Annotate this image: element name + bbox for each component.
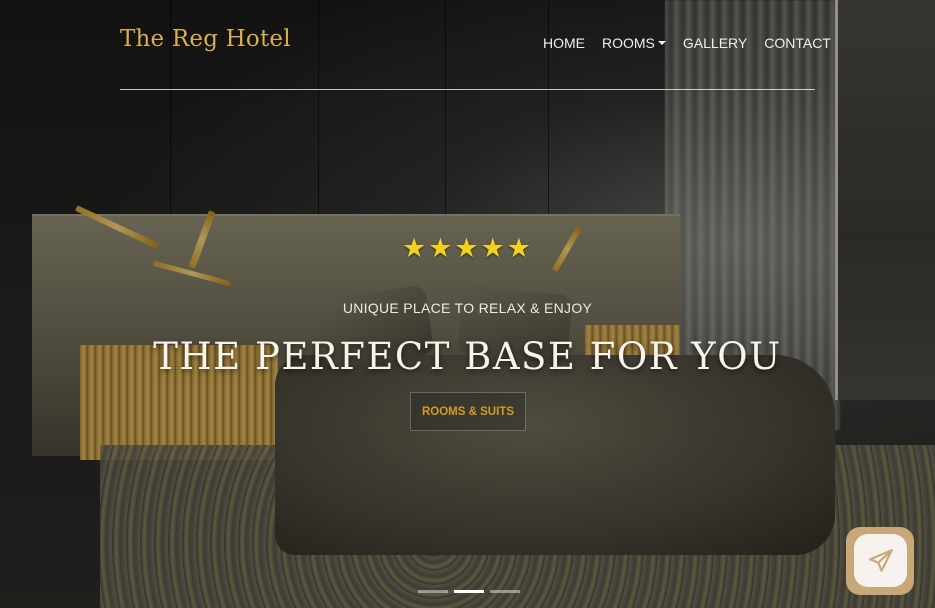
carousel-indicator-2[interactable]	[454, 590, 484, 593]
hero-headline: THE PERFECT BASE FOR YOU	[153, 335, 782, 378]
contact-fab-button[interactable]	[846, 527, 914, 595]
nav-item-rooms[interactable]: ROOMS	[602, 35, 666, 51]
carousel-indicator-1[interactable]	[418, 590, 448, 593]
contact-fab-inner	[854, 534, 907, 587]
paper-plane-icon	[868, 548, 893, 572]
header-divider	[120, 89, 815, 90]
nav-item-label: CONTACT	[764, 35, 831, 51]
nav-item-contact[interactable]: CONTACT	[764, 35, 831, 51]
rooms-suits-button[interactable]: ROOMS & SUITS	[410, 392, 526, 431]
nav-item-label: HOME	[543, 35, 585, 51]
main-nav: HOME ROOMS GALLERY CONTACT	[543, 35, 848, 51]
nav-item-label: GALLERY	[682, 35, 748, 51]
carousel-indicator-3[interactable]	[490, 590, 520, 593]
rating-stars-icon: ★★★★★	[401, 233, 534, 263]
nav-item-label: ROOMS	[602, 35, 655, 51]
brand-logo[interactable]: The Reg Hotel	[120, 26, 291, 52]
caret-down-icon	[657, 41, 666, 45]
rooms-suits-button-label: ROOMS & SUITS	[421, 405, 514, 418]
nav-item-gallery[interactable]: GALLERY	[683, 35, 747, 51]
carousel-indicators	[418, 590, 520, 593]
nav-item-home[interactable]: HOME	[543, 35, 585, 51]
hero-subtitle: UNIQUE PLACE TO RELAX & ENJOY	[342, 300, 593, 316]
hero-slider: The Reg Hotel HOME ROOMS GALLERY CONTACT…	[0, 0, 935, 608]
